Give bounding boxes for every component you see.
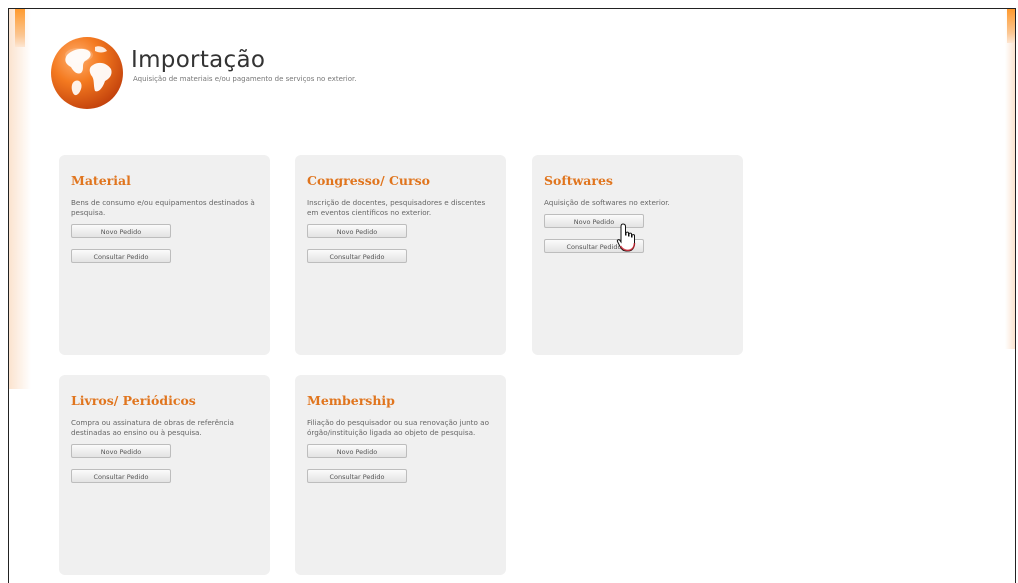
new-request-button[interactable]: Novo Pedido [307,224,407,238]
card-title: Congresso/ Curso [307,173,430,188]
card-title: Membership [307,393,395,408]
new-request-button[interactable]: Novo Pedido [307,444,407,458]
hand-pointer-icon [616,223,636,252]
new-request-button[interactable]: Novo Pedido [71,444,171,458]
globe-icon [51,37,123,109]
card-membership: Membership Filiação do pesquisador ou su… [295,375,506,575]
card-description: Compra ou assinatura de obras de referên… [71,418,234,437]
card-description: Filiação do pesquisador ou sua renovação… [307,418,489,437]
card-title: Softwares [544,173,613,188]
card-livros-periodicos: Livros/ Periódicos Compra ou assinatura … [59,375,270,575]
card-congresso-curso: Congresso/ Curso Inscrição de docentes, … [295,155,506,355]
new-request-button[interactable]: Novo Pedido [71,224,171,238]
consult-request-button[interactable]: Consultar Pedido [307,249,407,263]
left-decoration [9,9,31,389]
consult-request-button[interactable]: Consultar Pedido [71,469,171,483]
card-title: Material [71,173,131,188]
card-description: Aquisição de softwares no exterior. [544,198,670,207]
card-title: Livros/ Periódicos [71,393,196,408]
card-softwares: Softwares Aquisição de softwares no exte… [532,155,743,355]
page-subtitle: Aquisição de materiais e/ou pagamento de… [133,75,357,83]
card-material: Material Bens de consumo e/ou equipament… [59,155,270,355]
page-title: Importação [131,47,266,73]
card-description: Bens de consumo e/ou equipamentos destin… [71,198,255,217]
card-description: Inscrição de docentes, pesquisadores e d… [307,198,486,217]
right-decoration [1005,9,1015,349]
consult-request-button[interactable]: Consultar Pedido [71,249,171,263]
consult-request-button[interactable]: Consultar Pedido [307,469,407,483]
